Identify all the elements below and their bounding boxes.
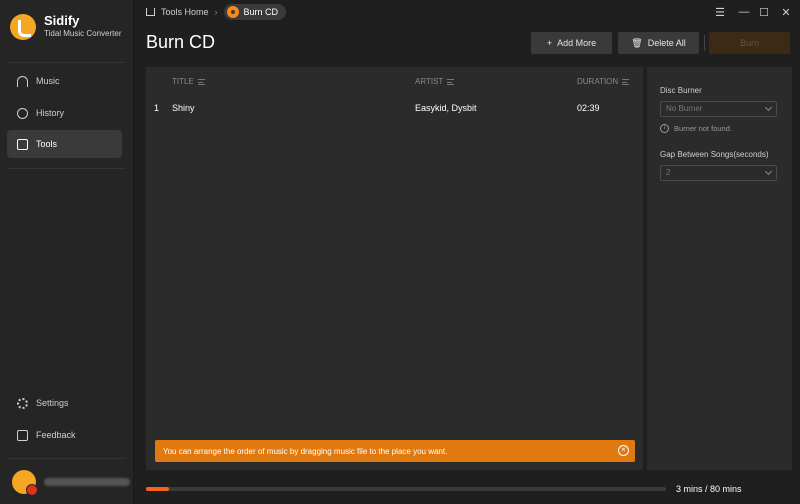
sidebar-divider: [8, 458, 126, 459]
home-icon: [146, 8, 155, 16]
track-duration: 02:39: [577, 103, 600, 113]
breadcrumb-current-label: Burn CD: [243, 7, 279, 17]
sidebar-item-label: History: [36, 108, 65, 118]
sidebar-item-label: Music: [36, 76, 60, 86]
breadcrumb: Tools Home › Burn CD: [146, 4, 287, 20]
table-header: TITLE ARTIST DURATION: [146, 67, 643, 95]
sidebar-item-label: Tools: [36, 139, 58, 149]
plus-icon: +: [546, 38, 553, 48]
add-more-label: Add More: [557, 38, 597, 48]
sidebar-item-history[interactable]: History: [7, 99, 122, 127]
track-artist: Easykid, Dysbit: [415, 103, 477, 113]
breadcrumb-separator: ›: [214, 7, 218, 17]
menu-icon[interactable]: ☰: [713, 6, 727, 19]
brand-subtitle: Tidal Music Converter: [44, 29, 122, 38]
delete-all-label: Delete All: [647, 38, 686, 48]
sidify-logo-icon: [10, 14, 36, 40]
burn-settings-panel: Disc Burner No Burner i Burner not found…: [647, 67, 792, 470]
sidebar-item-feedback[interactable]: Feedback: [7, 421, 122, 449]
sort-icon[interactable]: [622, 78, 630, 85]
add-more-button[interactable]: + Add More: [531, 32, 612, 54]
column-header-title[interactable]: TITLE: [172, 77, 205, 86]
burn-label: Burn: [739, 38, 759, 48]
burner-hint: i Burner not found.: [660, 124, 732, 133]
sort-icon[interactable]: [447, 78, 455, 85]
track-list-panel: TITLE ARTIST DURATION 1 Shiny Easykid, D…: [146, 67, 643, 470]
burner-hint-text: Burner not found.: [674, 124, 732, 133]
sidebar-divider: [8, 168, 126, 169]
breadcrumb-home[interactable]: Tools Home: [161, 7, 209, 17]
track-index: 1: [154, 103, 160, 113]
toolbar-divider: [704, 35, 705, 51]
sidebar: Sidify Tidal Music Converter Music Histo…: [0, 0, 134, 504]
sort-icon[interactable]: [197, 78, 205, 85]
clock-icon: [17, 107, 28, 119]
avatar: [12, 470, 38, 496]
headphones-icon: [17, 75, 28, 87]
info-icon: i: [660, 124, 669, 133]
trash-icon: 🗑: [631, 37, 643, 48]
toolbox-icon: [17, 138, 28, 150]
burn-button[interactable]: Burn: [709, 32, 790, 54]
sidebar-item-label: Feedback: [36, 430, 76, 440]
gap-label: Gap Between Songs(seconds): [660, 150, 769, 159]
chevron-down-icon: [764, 167, 773, 176]
track-title: Shiny: [172, 103, 195, 113]
brand-name: Sidify: [44, 13, 80, 28]
sidebar-divider: [8, 62, 126, 63]
sidebar-item-settings[interactable]: Settings: [7, 389, 122, 417]
delete-all-button[interactable]: 🗑 Delete All: [618, 32, 699, 54]
mail-icon: [17, 429, 28, 441]
drag-tip-banner: You can arrange the order of music by dr…: [155, 440, 635, 462]
sidebar-item-tools[interactable]: Tools: [7, 130, 122, 158]
sidebar-item-music[interactable]: Music: [7, 67, 122, 95]
page-title: Burn CD: [146, 32, 216, 52]
close-icon[interactable]: ✕: [779, 6, 793, 19]
brand: Sidify Tidal Music Converter: [10, 14, 122, 40]
tip-text: You can arrange the order of music by dr…: [163, 446, 448, 456]
gap-select[interactable]: 2: [660, 165, 777, 181]
chevron-down-icon: [764, 103, 773, 112]
user-account[interactable]: [12, 470, 130, 496]
column-header-artist[interactable]: ARTIST: [415, 77, 455, 86]
disc-burner-value: No Burner: [666, 104, 703, 113]
gap-value: 2: [666, 168, 671, 177]
disc-capacity-bar: [146, 487, 666, 491]
user-name: [44, 478, 130, 486]
maximize-icon[interactable]: ☐: [757, 6, 771, 19]
close-icon[interactable]: ×: [618, 445, 629, 456]
breadcrumb-current: Burn CD: [223, 4, 287, 20]
app-window: Sidify Tidal Music Converter Music Histo…: [0, 0, 800, 504]
disc-capacity-text: 3 mins / 80 mins: [676, 484, 742, 494]
cd-icon: [226, 6, 239, 18]
minimize-icon[interactable]: —: [737, 6, 751, 18]
table-row[interactable]: 1 Shiny Easykid, Dysbit 02:39: [146, 97, 643, 119]
disc-capacity-fill: [146, 487, 170, 491]
gear-icon: [17, 397, 28, 409]
disc-burner-label: Disc Burner: [660, 86, 702, 95]
disc-burner-select[interactable]: No Burner: [660, 101, 777, 117]
column-header-duration[interactable]: DURATION: [577, 77, 630, 86]
sidebar-item-label: Settings: [36, 398, 69, 408]
